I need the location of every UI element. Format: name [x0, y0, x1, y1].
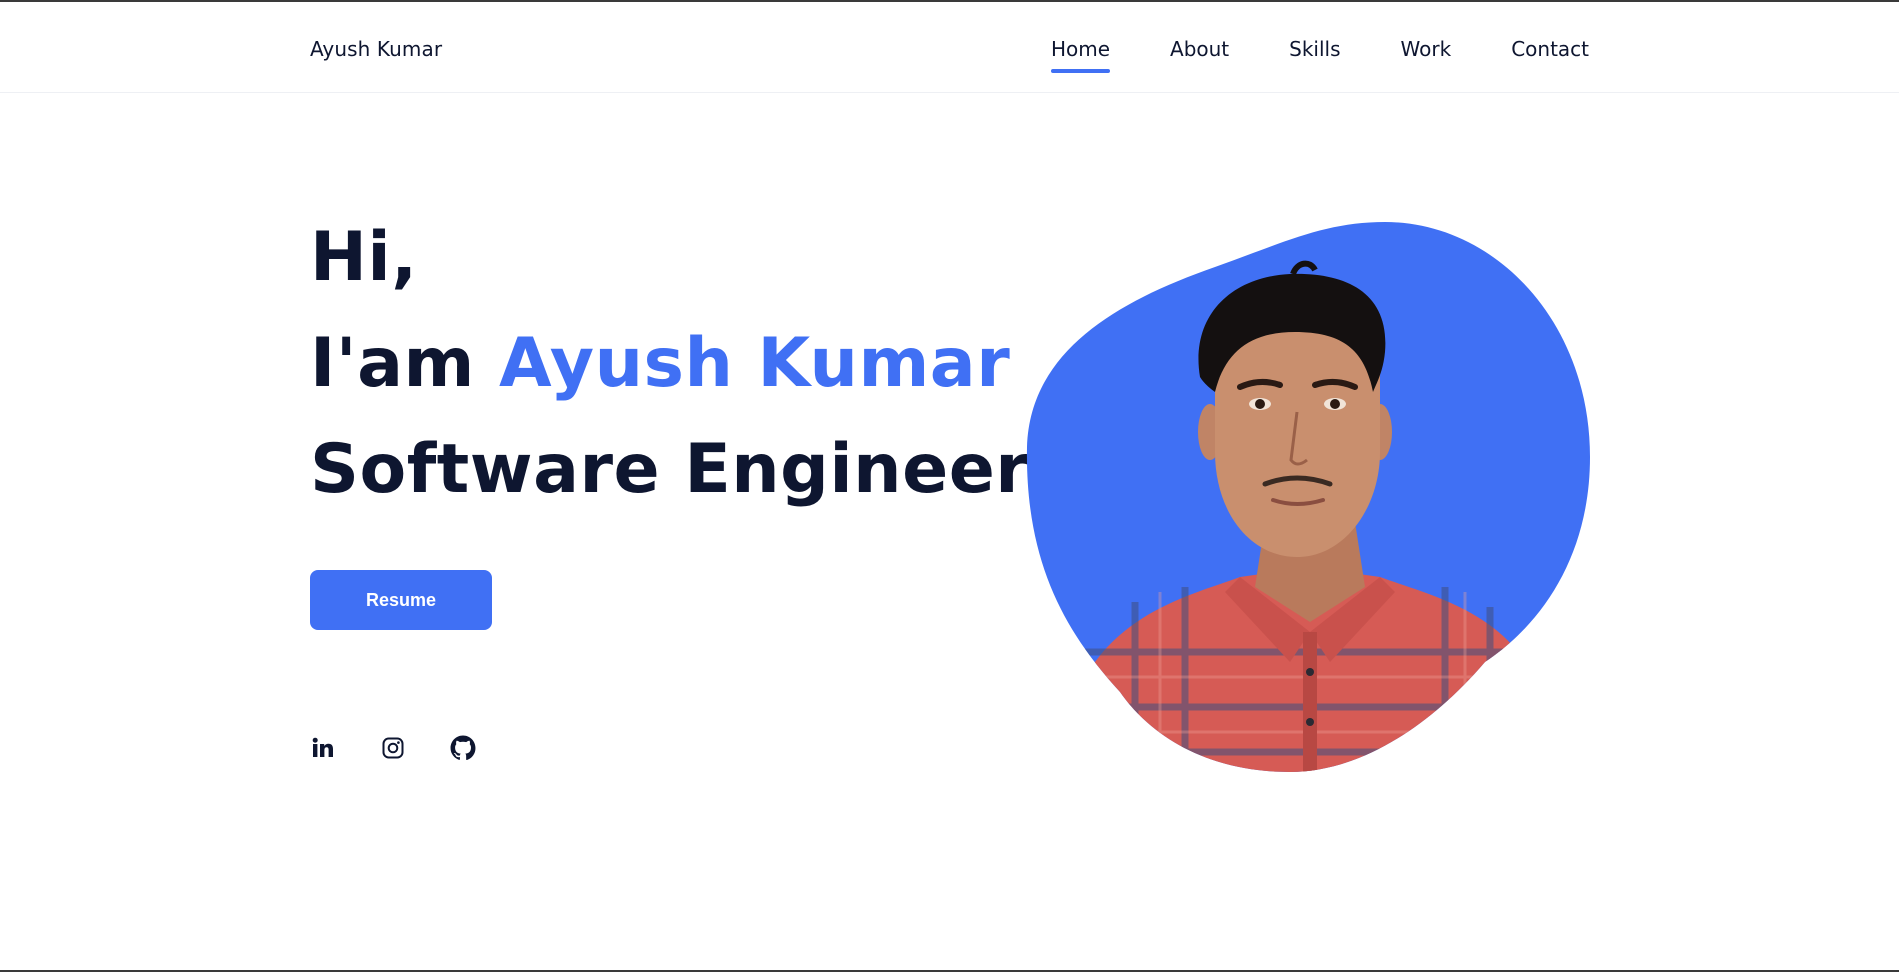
nav-item-contact[interactable]: Contact	[1511, 37, 1589, 61]
github-icon[interactable]	[450, 735, 476, 761]
site-header: Ayush Kumar Home About Skills Work Conta…	[0, 2, 1899, 93]
main-nav: Home About Skills Work Contact	[1050, 37, 1589, 73]
hero-greeting: Hi,	[310, 218, 418, 297]
linkedin-icon[interactable]	[310, 735, 336, 761]
nav-item-work[interactable]: Work	[1401, 37, 1452, 61]
nav-item-about[interactable]: About	[1170, 37, 1229, 61]
nav-item-skills[interactable]: Skills	[1289, 37, 1340, 61]
instagram-icon[interactable]	[380, 735, 406, 761]
profile-photo	[1026, 222, 1590, 772]
social-links	[310, 735, 476, 761]
nav-item-home[interactable]: Home	[1050, 37, 1111, 73]
site-logo[interactable]: Ayush Kumar	[310, 37, 442, 61]
hero-name: Ayush Kumar	[499, 324, 1011, 403]
hero-intro: I'am Ayush Kumar	[310, 311, 1030, 417]
hero-intro-prefix: I'am	[310, 324, 500, 403]
hero-role: Software Engineer	[310, 430, 1030, 509]
hero-image-blob	[1025, 222, 1590, 772]
resume-button[interactable]: Resume	[310, 570, 492, 630]
hero-heading: Hi, I'am Ayush Kumar Software Engineer	[310, 205, 1030, 523]
